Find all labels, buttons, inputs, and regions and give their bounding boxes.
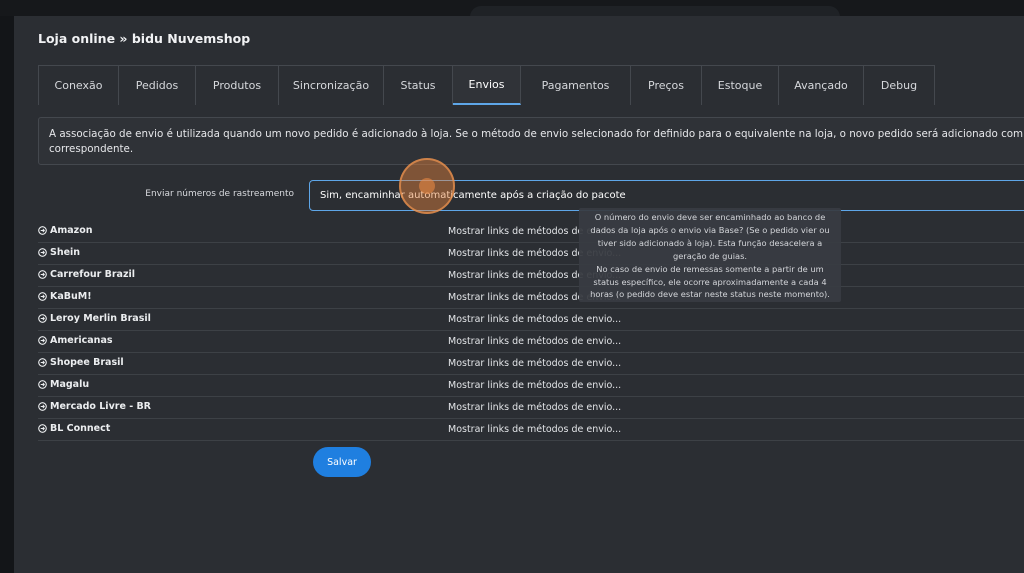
- tracking-tooltip: O número do envio deve ser encaminhado a…: [579, 208, 841, 302]
- marketplace-name: Leroy Merlin Brasil: [50, 313, 151, 324]
- integration-settings-modal: Loja online » bidu Nuvemshop Conexão Ped…: [14, 16, 1024, 573]
- show-shipping-links[interactable]: Mostrar links de métodos de envio...: [448, 314, 621, 325]
- background-left-edge: [0, 16, 14, 573]
- tab-status[interactable]: Status: [384, 66, 453, 105]
- marketplace-toggle[interactable]: Magalu: [38, 379, 89, 390]
- save-button[interactable]: Salvar: [313, 447, 371, 477]
- circle-arrow-right-icon: [38, 424, 47, 433]
- tooltip-line: geração de guias.: [672, 250, 748, 261]
- circle-arrow-right-icon: [38, 336, 47, 345]
- tab-pagamentos[interactable]: Pagamentos: [521, 66, 631, 105]
- circle-arrow-right-icon: [38, 270, 47, 279]
- tab-produtos[interactable]: Produtos: [196, 66, 279, 105]
- tab-sincronizacao[interactable]: Sincronização: [279, 66, 384, 105]
- marketplace-toggle[interactable]: Mercado Livre - BR: [38, 401, 151, 412]
- circle-arrow-right-icon: [38, 248, 47, 257]
- tab-precos[interactable]: Preços: [631, 66, 702, 105]
- list-item: Carrefour Brazil Mostrar links de método…: [38, 265, 1024, 287]
- list-item: Mercado Livre - BR Mostrar links de méto…: [38, 397, 1024, 419]
- list-item: KaBuM! Mostrar links de métodos de envio…: [38, 287, 1024, 309]
- tooltip-line: O número do envio deve ser encaminhado a…: [594, 212, 826, 222]
- marketplace-toggle[interactable]: Leroy Merlin Brasil: [38, 313, 151, 324]
- circle-arrow-right-icon: [38, 402, 47, 411]
- marketplace-name: BL Connect: [50, 423, 111, 434]
- tab-avancado[interactable]: Avançado: [779, 66, 864, 105]
- list-item: Magalu Mostrar links de métodos de envio…: [38, 375, 1024, 397]
- modal-title: Loja online » bidu Nuvemshop: [38, 31, 251, 46]
- info-text-line1: A associação de envio é utilizada quando…: [49, 128, 1024, 140]
- list-item: Leroy Merlin Brasil Mostrar links de mét…: [38, 309, 1024, 331]
- marketplace-toggle[interactable]: Carrefour Brazil: [38, 269, 135, 280]
- marketplace-toggle[interactable]: Shopee Brasil: [38, 357, 124, 368]
- show-shipping-links[interactable]: Mostrar links de métodos de envio...: [448, 336, 621, 347]
- marketplace-toggle[interactable]: Americanas: [38, 335, 113, 346]
- circle-arrow-right-icon: [38, 358, 47, 367]
- tooltip-line: horas (o pedido deve estar neste status …: [590, 289, 830, 300]
- list-item: BL Connect Mostrar links de métodos de e…: [38, 419, 1024, 441]
- marketplace-toggle[interactable]: Shein: [38, 247, 80, 258]
- show-shipping-links[interactable]: Mostrar links de métodos de envio...: [448, 402, 621, 413]
- list-item: Americanas Mostrar links de métodos de e…: [38, 331, 1024, 353]
- marketplace-name: Shopee Brasil: [50, 357, 124, 368]
- list-item: Shopee Brasil Mostrar links de métodos d…: [38, 353, 1024, 375]
- marketplace-name: Americanas: [50, 335, 113, 346]
- marketplace-toggle[interactable]: Amazon: [38, 225, 92, 236]
- marketplace-name: KaBuM!: [50, 291, 92, 302]
- marketplace-toggle[interactable]: KaBuM!: [38, 291, 92, 302]
- list-item: Amazon Mostrar links de métodos de envio…: [38, 221, 1024, 243]
- tooltip-line: tiver sido adicionado à loja). Esta funç…: [597, 237, 823, 248]
- marketplace-toggle[interactable]: BL Connect: [38, 423, 110, 434]
- circle-arrow-right-icon: [38, 292, 47, 301]
- show-shipping-links[interactable]: Mostrar links de métodos de envio...: [448, 380, 621, 391]
- circle-arrow-right-icon: [38, 380, 47, 389]
- circle-arrow-right-icon: [38, 314, 47, 323]
- tab-pedidos[interactable]: Pedidos: [119, 66, 196, 105]
- show-shipping-links[interactable]: Mostrar links de métodos de envio...: [448, 358, 621, 369]
- tooltip-line: dados da loja após o envio via Base? (Se…: [590, 224, 830, 235]
- tracking-select-value: Sim, encaminhar automaticamente após a c…: [320, 190, 626, 201]
- show-shipping-links[interactable]: Mostrar links de métodos de envio...: [448, 424, 621, 435]
- info-text-line2: correspondente.: [49, 143, 134, 155]
- tab-envios[interactable]: Envios: [453, 66, 521, 105]
- tracking-label: Enviar números de rastreamento: [145, 189, 294, 199]
- info-panel: A associação de envio é utilizada quando…: [38, 117, 1024, 165]
- marketplace-name: Magalu: [50, 379, 90, 390]
- circle-arrow-right-icon: [38, 226, 47, 235]
- list-item: Shein Mostrar links de métodos de envio.…: [38, 243, 1024, 265]
- tab-estoque[interactable]: Estoque: [702, 66, 779, 105]
- cursor-highlight: [399, 158, 455, 214]
- tab-debug[interactable]: Debug: [864, 66, 934, 105]
- tab-conexao[interactable]: Conexão: [39, 66, 119, 105]
- marketplace-name: Shein: [50, 247, 81, 258]
- tooltip-line: No caso de envio de remessas somente a p…: [596, 263, 824, 274]
- tooltip-line: status específico, ele ocorre aproximada…: [593, 276, 827, 287]
- marketplace-name: Carrefour Brazil: [50, 269, 135, 280]
- marketplace-name: Amazon: [50, 225, 93, 236]
- tab-bar: Conexão Pedidos Produtos Sincronização S…: [38, 65, 935, 105]
- marketplace-list: Amazon Mostrar links de métodos de envio…: [38, 221, 1024, 441]
- marketplace-name: Mercado Livre - BR: [50, 401, 152, 412]
